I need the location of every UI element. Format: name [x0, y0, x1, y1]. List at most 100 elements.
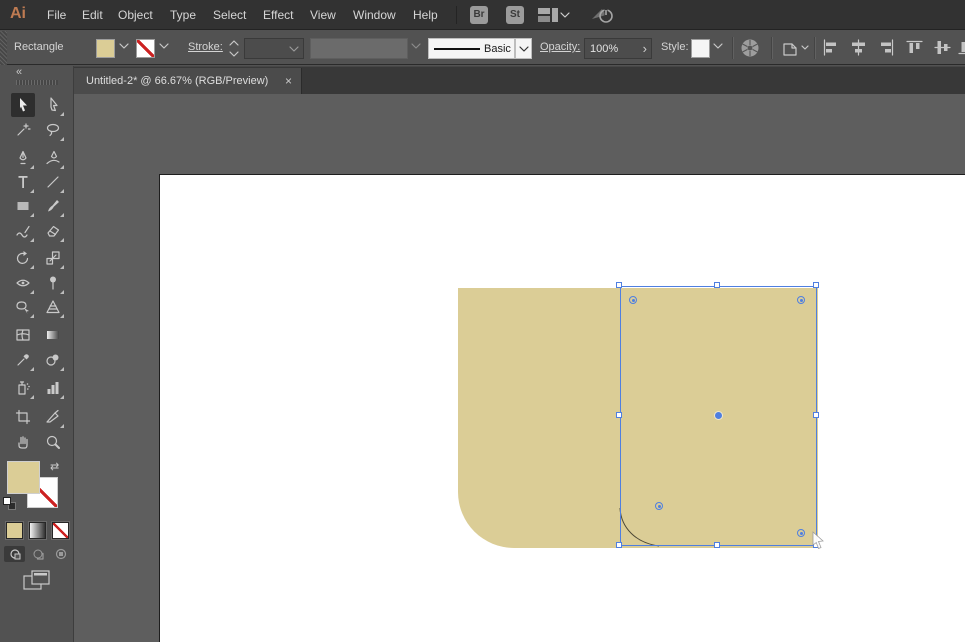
paintbrush-tool[interactable] [41, 194, 65, 218]
stroke-weight-label[interactable]: Stroke: [188, 41, 223, 53]
menu-file[interactable]: File [47, 0, 66, 30]
align-top-icon[interactable] [906, 39, 923, 56]
shape-properties-chevron-icon[interactable] [801, 45, 810, 52]
style-chevron-icon[interactable] [713, 43, 724, 51]
menu-edit[interactable]: Edit [82, 0, 103, 30]
shape-builder-tool[interactable] [11, 295, 35, 319]
magic-wand-tool[interactable] [11, 118, 35, 142]
shaper-tool[interactable] [11, 219, 35, 243]
width-tool[interactable] [11, 271, 35, 295]
corner-widget-bottom-left[interactable] [655, 502, 663, 510]
brush-definition-field[interactable]: Basic [428, 38, 515, 59]
align-center-icon[interactable] [850, 39, 867, 56]
rectangle-icon [17, 202, 29, 210]
recolor-artwork-icon[interactable] [740, 38, 760, 58]
workspace-switcher-icon[interactable] [538, 8, 558, 23]
handle-top-right[interactable] [813, 282, 819, 288]
brush-dropdown-button[interactable] [515, 38, 532, 59]
align-bottom-icon[interactable] [958, 39, 965, 56]
fill-color-swatch[interactable] [96, 39, 115, 58]
default-fill-stroke-icon[interactable] [3, 497, 11, 505]
collapse-panel-icon[interactable]: « [16, 66, 22, 78]
handle-top-left[interactable] [616, 282, 622, 288]
opacity-value[interactable]: 100% [590, 43, 618, 55]
menu-object[interactable]: Object [118, 0, 153, 30]
align-right-icon[interactable] [878, 39, 895, 56]
menu-type[interactable]: Type [170, 0, 196, 30]
stroke-chevron-icon[interactable] [159, 43, 170, 51]
draw-inside-button[interactable] [50, 546, 71, 562]
corner-widget-top-left[interactable] [629, 296, 637, 304]
handle-bottom-left[interactable] [616, 542, 622, 548]
eyedropper-tool[interactable] [11, 348, 35, 372]
eraser-tool[interactable] [41, 219, 65, 243]
opacity-field[interactable]: 100% › [584, 38, 652, 59]
stroke-weight-chevron-icon[interactable] [289, 46, 300, 54]
selection-center-point[interactable] [715, 412, 722, 419]
artboard-tool[interactable] [11, 405, 35, 429]
rectangle-tool[interactable] [11, 194, 35, 218]
color-mode-button[interactable] [6, 522, 23, 539]
opacity-label[interactable]: Opacity: [540, 41, 580, 53]
align-left-icon[interactable] [822, 39, 839, 56]
symbol-sprayer-tool[interactable] [11, 376, 35, 400]
gradient-mode-button[interactable] [29, 522, 46, 539]
fill-chevron-icon[interactable] [119, 43, 130, 51]
menu-help[interactable]: Help [413, 0, 438, 30]
blend-tool[interactable] [41, 348, 65, 372]
selection-tool[interactable] [11, 93, 35, 117]
perspective-grid-icon [46, 300, 60, 314]
column-graph-tool[interactable] [41, 376, 65, 400]
none-mode-button[interactable] [52, 522, 69, 539]
menu-view[interactable]: View [310, 0, 336, 30]
type-tool[interactable] [11, 170, 35, 194]
lasso-tool[interactable] [41, 118, 65, 142]
shaper-icon [16, 225, 30, 238]
stock-button[interactable]: St [506, 6, 524, 24]
curvature-tool[interactable] [41, 146, 65, 170]
perspective-grid-tool[interactable] [41, 295, 65, 319]
mesh-tool[interactable] [11, 323, 35, 347]
handle-middle-right[interactable] [813, 412, 819, 418]
shape-properties-icon[interactable] [781, 40, 800, 57]
document-tab[interactable]: Untitled-2* @ 66.67% (RGB/Preview) × [74, 68, 302, 95]
handle-bottom-center[interactable] [714, 542, 720, 548]
control-bar-grip[interactable] [0, 31, 7, 65]
scale-icon [46, 251, 60, 265]
menu-effect[interactable]: Effect [263, 0, 293, 30]
stroke-weight-field[interactable] [244, 38, 304, 59]
zoom-tool[interactable] [41, 430, 65, 454]
graphic-style-swatch[interactable] [691, 39, 710, 58]
align-vertical-center-icon[interactable] [934, 39, 951, 56]
puppet-warp-tool[interactable] [41, 271, 65, 295]
scale-tool[interactable] [41, 246, 65, 270]
corner-widget-top-right[interactable] [797, 296, 805, 304]
pen-tool[interactable] [11, 146, 35, 170]
workspace-chevron-icon[interactable] [560, 12, 570, 19]
tools-panel-grip[interactable] [16, 80, 58, 85]
line-segment-tool[interactable] [41, 170, 65, 194]
draw-behind-button[interactable] [27, 546, 48, 562]
gradient-tool[interactable] [41, 323, 65, 347]
draw-normal-button[interactable] [4, 546, 25, 562]
screen-mode-icon[interactable] [23, 570, 51, 592]
stroke-weight-stepper[interactable] [228, 39, 240, 58]
corner-widget-bottom-right[interactable] [797, 529, 805, 537]
menu-window[interactable]: Window [353, 0, 396, 30]
opacity-arrow-icon[interactable]: › [643, 41, 647, 56]
direct-selection-tool[interactable] [41, 93, 65, 117]
handle-middle-left[interactable] [616, 412, 622, 418]
handle-top-center[interactable] [714, 282, 720, 288]
gpu-performance-icon[interactable] [590, 5, 616, 25]
stroke-color-swatch[interactable] [136, 39, 155, 58]
rotate-tool[interactable] [11, 246, 35, 270]
swap-fill-stroke-icon[interactable]: ⇄ [50, 460, 59, 473]
hand-tool[interactable] [11, 430, 35, 454]
canvas-pasteboard[interactable] [74, 94, 965, 642]
fill-indicator-swatch[interactable] [7, 461, 40, 494]
bridge-button[interactable]: Br [470, 6, 488, 24]
slice-tool[interactable] [41, 405, 65, 429]
column-graph-icon [47, 382, 59, 394]
tab-close-icon[interactable]: × [285, 68, 292, 95]
menu-select[interactable]: Select [213, 0, 246, 30]
